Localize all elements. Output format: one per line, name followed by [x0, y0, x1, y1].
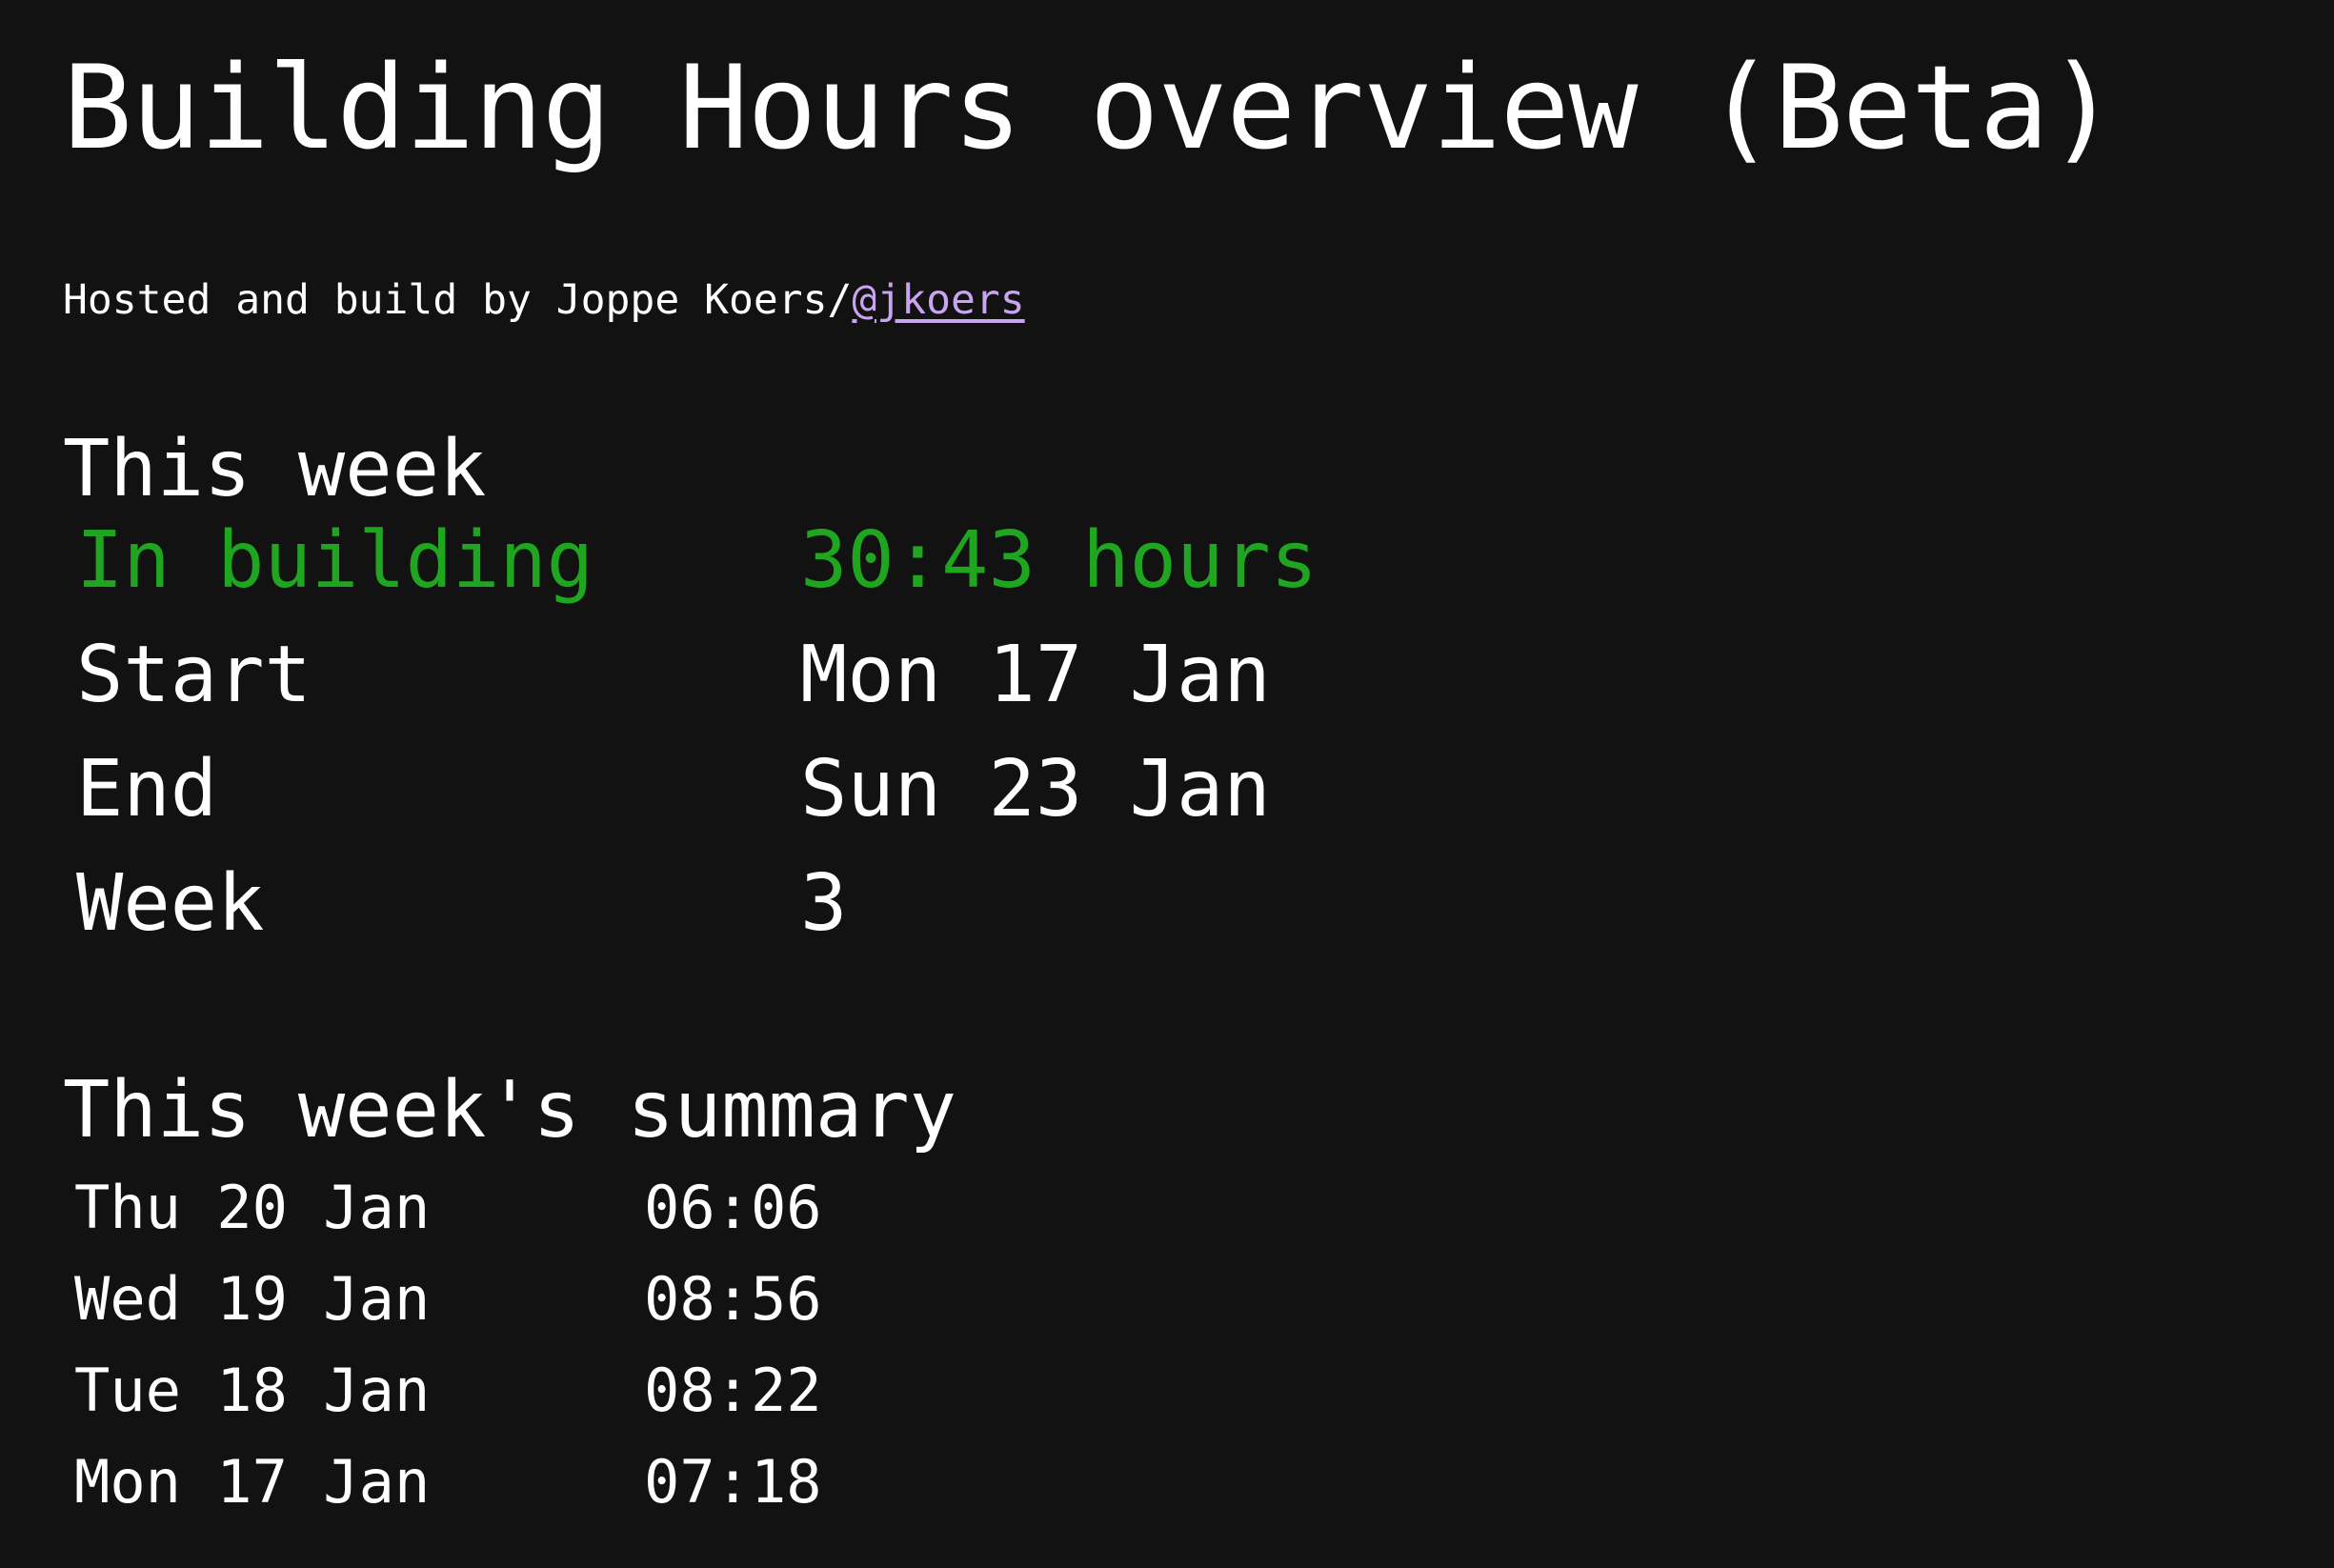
stat-value: Sun 23 Jan: [800, 744, 1271, 834]
stat-value: 3: [800, 858, 848, 949]
author-link[interactable]: @jkoers: [852, 276, 1024, 324]
stat-label: Start: [76, 630, 312, 720]
stat-label: In building: [76, 515, 594, 606]
credit-text: Hosted and build by Joppe Koers/: [63, 276, 853, 324]
stat-value: 30:43 hours: [800, 515, 1318, 606]
summary-day: Thu 20 Jan: [74, 1173, 431, 1242]
this-week-heading: This week: [63, 424, 487, 514]
summary-heading: This week's summary: [63, 1065, 956, 1156]
summary-day: Tue 18 Jan: [74, 1356, 431, 1425]
summary-hours: 08:56: [644, 1264, 822, 1334]
page-title: Building Hours overview (Beta): [63, 41, 2117, 175]
stat-value: Mon 17 Jan: [800, 630, 1271, 720]
stat-label: End: [76, 744, 218, 834]
summary-day: Wed 19 Jan: [74, 1264, 431, 1334]
summary-hours: 06:06: [644, 1173, 822, 1242]
summary-hours: 08:22: [644, 1356, 822, 1425]
credit-line: Hosted and build by Joppe Koers/@jkoers: [63, 271, 1025, 329]
stat-label: Week: [76, 858, 265, 949]
summary-day: Mon 17 Jan: [74, 1447, 431, 1517]
summary-hours: 07:18: [644, 1447, 822, 1517]
